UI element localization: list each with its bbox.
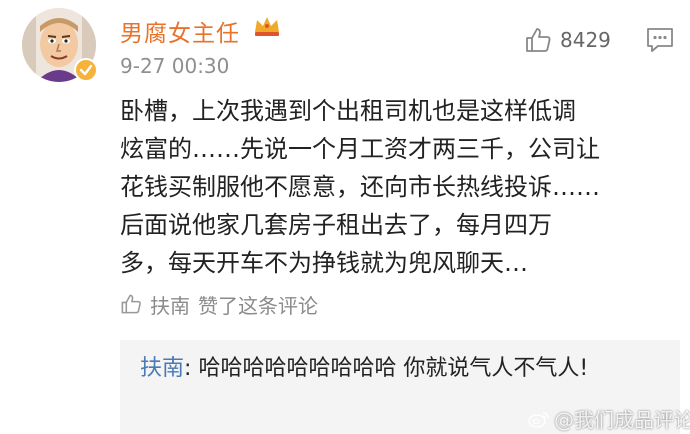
- liked-by-text: 赞了这条评论: [198, 293, 318, 318]
- author-name[interactable]: 男腐女主任: [120, 14, 240, 48]
- comment-line: 多，每天开车不为挣钱就为兜风聊天…: [120, 249, 528, 277]
- liked-by-row: 扶南 赞了这条评论: [120, 288, 318, 320]
- comment-line: 后面说他家几套房子租出去了，每月四万: [120, 211, 552, 239]
- verified-badge-icon: [74, 58, 98, 82]
- comment-line: 卧槽，上次我遇到个出租司机也是这样低调: [120, 97, 576, 125]
- post-timestamp: 9-27 00:30: [120, 54, 230, 78]
- comment-line: 花钱买制服他不愿意，还向市长热线投诉……: [120, 173, 600, 201]
- liked-thumb-icon: [121, 294, 141, 314]
- like-button[interactable]: 8429: [524, 24, 611, 56]
- watermark-text: @我们成品评论: [554, 408, 690, 432]
- watermark: @我们成品评论: [528, 404, 690, 433]
- thumbs-up-icon: [526, 28, 551, 52]
- reply-text: 哈哈哈哈哈哈哈哈哈 你就说气人不气人!: [198, 356, 589, 381]
- reply-user[interactable]: 扶南: [140, 356, 184, 381]
- liked-by-user[interactable]: 扶南: [150, 290, 190, 319]
- like-count: 8429: [560, 28, 611, 52]
- comment-icon[interactable]: [644, 24, 676, 56]
- crown-icon: [255, 17, 279, 36]
- comment-line: 炫富的……先说一个月工资才两三千，公司让: [120, 135, 600, 163]
- comment-body: 卧槽，上次我遇到个出租司机也是这样低调 炫富的……先说一个月工资才两三千，公司让…: [120, 92, 680, 282]
- weibo-icon: [528, 411, 549, 428]
- reply-separator: :: [184, 356, 192, 381]
